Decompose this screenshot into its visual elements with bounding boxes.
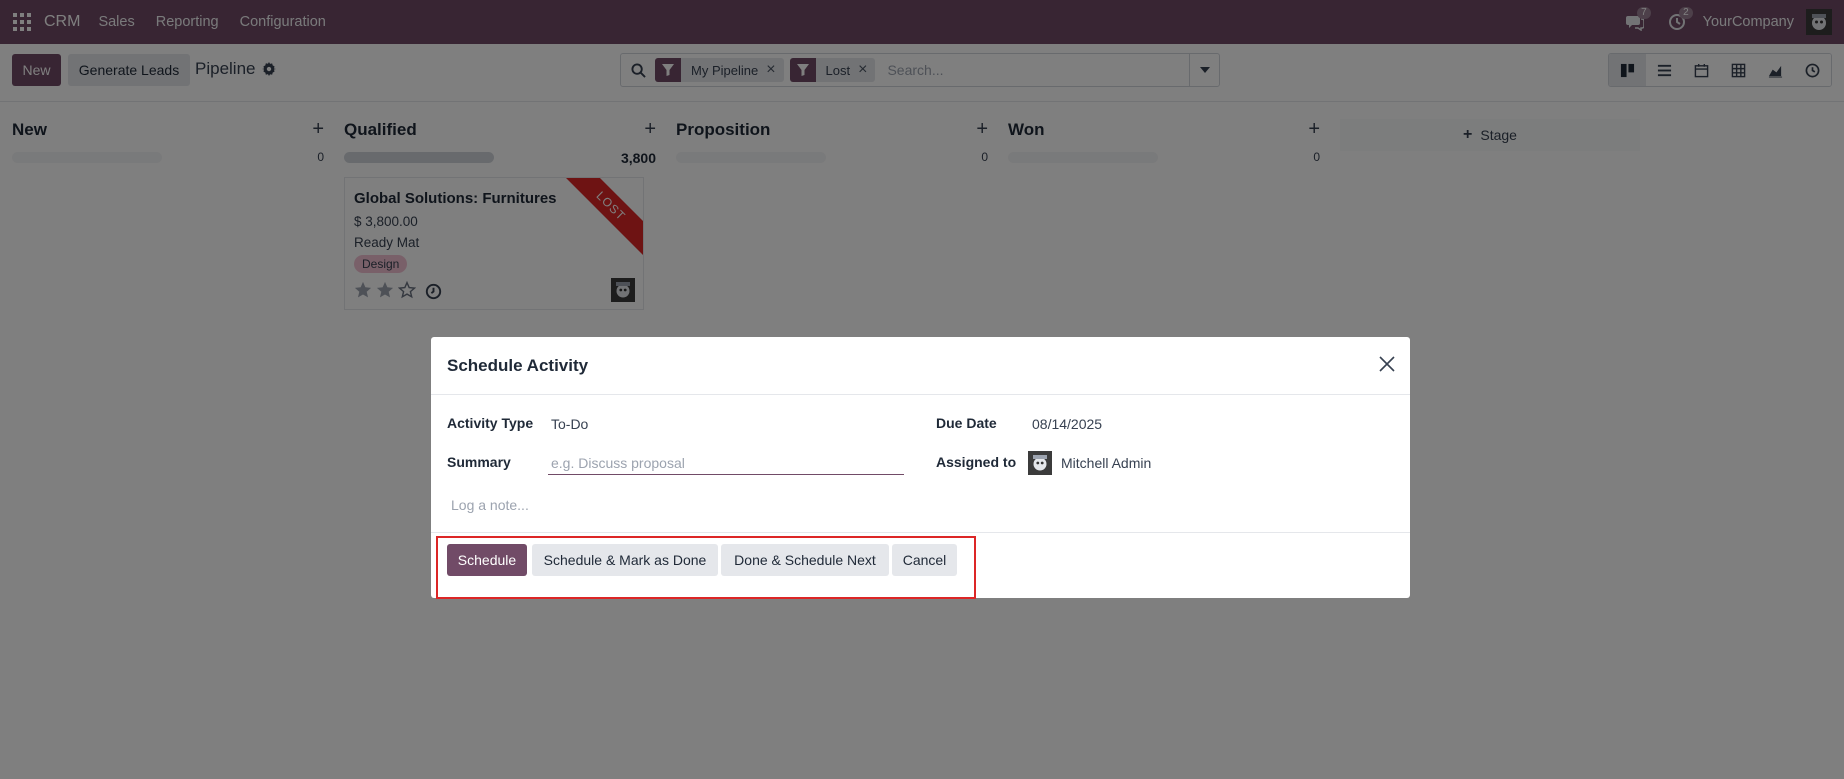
schedule-button[interactable]: Schedule: [447, 544, 527, 576]
activity-type-field[interactable]: To-Do: [551, 416, 588, 432]
due-date-label: Due Date: [936, 415, 997, 431]
close-icon[interactable]: [1378, 355, 1396, 373]
dialog-title: Schedule Activity: [447, 356, 589, 375]
cancel-button[interactable]: Cancel: [892, 544, 957, 576]
summary-label: Summary: [447, 454, 511, 470]
dialog-header: Schedule Activity: [431, 337, 1410, 395]
assigned-to-label: Assigned to: [936, 454, 1017, 470]
done-schedule-next-button[interactable]: Done & Schedule Next: [721, 544, 889, 576]
activity-type-label: Activity Type: [447, 415, 534, 431]
schedule-activity-dialog: Schedule Activity Activity Type To-Do Su…: [431, 337, 1410, 598]
schedule-mark-done-button[interactable]: Schedule & Mark as Done: [532, 544, 718, 576]
assignee-avatar: [1028, 451, 1052, 475]
log-note-field[interactable]: Log a note...: [451, 497, 529, 513]
summary-input[interactable]: [548, 451, 904, 475]
dialog-footer: Schedule Schedule & Mark as Done Done & …: [431, 532, 1410, 598]
assigned-to-field[interactable]: Mitchell Admin: [1061, 455, 1151, 471]
due-date-field[interactable]: 08/14/2025: [1032, 416, 1102, 432]
